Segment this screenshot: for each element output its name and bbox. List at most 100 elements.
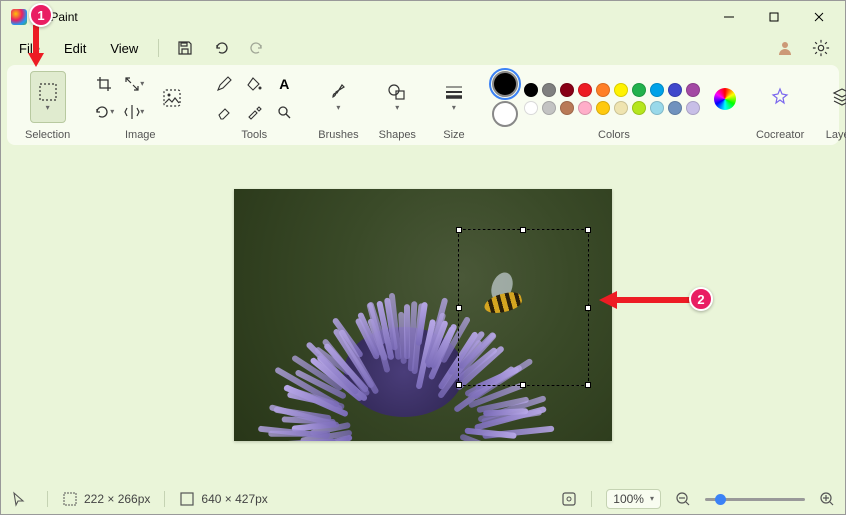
brushes-button[interactable]: ▾ (320, 71, 356, 123)
text-tool-button[interactable]: A (270, 71, 298, 97)
color-swatch[interactable] (542, 101, 556, 115)
ribbon-label-cocreator: Cocreator (756, 129, 804, 141)
fill-tool-button[interactable] (240, 71, 268, 97)
selection-tool-button[interactable]: ▾ (30, 71, 66, 123)
selection-size: 222 × 266px (62, 491, 150, 507)
ribbon-group-size: ▾ Size (428, 69, 480, 143)
menu-bar: File Edit View (1, 33, 845, 63)
color-swatch[interactable] (614, 83, 628, 97)
edit-colors-button[interactable] (714, 88, 736, 110)
ribbon-group-brushes: ▾ Brushes (310, 69, 366, 143)
menu-separator (158, 39, 159, 57)
selection-handle-nw[interactable] (456, 227, 462, 233)
canvas-area[interactable] (1, 149, 845, 484)
zoom-slider-thumb[interactable] (715, 494, 726, 505)
selection-size-value: 222 × 266px (84, 492, 150, 506)
ribbon-group-layers: Layers (816, 69, 846, 143)
maximize-button[interactable] (751, 1, 796, 33)
settings-button[interactable] (805, 34, 837, 62)
ribbon-label-size: Size (443, 129, 464, 141)
color-swatch[interactable] (650, 101, 664, 115)
ribbon-group-tools: A Tools (202, 69, 306, 143)
crop-button[interactable] (90, 71, 118, 97)
selection-handle-w[interactable] (456, 305, 462, 311)
annotation-badge-2: 2 (689, 287, 713, 311)
color-swatch[interactable] (686, 83, 700, 97)
annotation-arrow-2 (597, 289, 693, 311)
color-swatch[interactable] (632, 83, 646, 97)
size-button[interactable]: ▾ (436, 71, 472, 123)
pencil-tool-button[interactable] (210, 71, 238, 97)
menu-view[interactable]: View (100, 37, 148, 60)
zoom-in-button[interactable] (819, 491, 835, 507)
ribbon-label-selection: Selection (25, 129, 70, 141)
selection-handle-ne[interactable] (585, 227, 591, 233)
flip-button[interactable]: ▾ (120, 99, 148, 125)
zoom-slider[interactable] (705, 498, 805, 501)
color-palette (524, 83, 700, 115)
color-picker-tool-button[interactable] (240, 99, 268, 125)
color-swatch[interactable] (524, 101, 538, 115)
ribbon-group-colors: Colors (484, 69, 744, 143)
annotation-badge-1: 1 (29, 3, 53, 27)
ribbon-label-brushes: Brushes (318, 129, 358, 141)
color-swatch[interactable] (578, 101, 592, 115)
layers-button[interactable] (824, 71, 846, 123)
selection-rectangle[interactable] (458, 229, 589, 386)
canvas-size: 640 × 427px (179, 491, 267, 507)
chevron-down-icon: ▾ (650, 495, 654, 503)
zoom-out-button[interactable] (675, 491, 691, 507)
selection-handle-n[interactable] (520, 227, 526, 233)
title-app: Paint (50, 10, 77, 24)
close-button[interactable] (796, 1, 841, 33)
selection-handle-sw[interactable] (456, 382, 462, 388)
color-swatch[interactable] (650, 83, 664, 97)
color-swatch[interactable] (668, 83, 682, 97)
magnifier-tool-button[interactable] (270, 99, 298, 125)
rotate-button[interactable]: ▾ (90, 99, 118, 125)
account-button[interactable] (769, 34, 801, 62)
selection-handle-s[interactable] (520, 382, 526, 388)
color-swatch[interactable] (686, 101, 700, 115)
ribbon-group-image: ▾ ▾ ▾ Image (82, 69, 198, 143)
selection-handle-e[interactable] (585, 305, 591, 311)
color-swatch[interactable] (578, 83, 592, 97)
annotation-arrow-1 (25, 23, 47, 67)
color-swatch[interactable] (560, 101, 574, 115)
primary-color-swatch[interactable] (492, 71, 518, 97)
color-swatch[interactable] (596, 101, 610, 115)
secondary-color-swatch[interactable] (492, 101, 518, 127)
ribbon-label-tools: Tools (241, 129, 267, 141)
title-bar: g - Paint (1, 1, 845, 33)
color-swatch[interactable] (632, 101, 646, 115)
ribbon-group-shapes: ▾ Shapes (371, 69, 424, 143)
redo-button[interactable] (241, 34, 273, 62)
menu-edit[interactable]: Edit (54, 37, 96, 60)
save-button[interactable] (169, 34, 201, 62)
ribbon-label-colors: Colors (598, 129, 630, 141)
shapes-button[interactable]: ▾ (379, 71, 415, 123)
color-swatch[interactable] (560, 83, 574, 97)
resize-button[interactable]: ▾ (120, 71, 148, 97)
ribbon-label-layers: Layers (826, 129, 846, 141)
undo-button[interactable] (205, 34, 237, 62)
ribbon-group-selection: ▾ Selection (17, 69, 78, 143)
ribbon-label-image: Image (125, 129, 156, 141)
color-swatch[interactable] (596, 83, 610, 97)
canvas[interactable] (234, 189, 612, 441)
ribbon-label-shapes: Shapes (379, 129, 416, 141)
color-swatch[interactable] (614, 101, 628, 115)
color-swatch[interactable] (542, 83, 556, 97)
cocreator-button[interactable] (762, 71, 798, 123)
eraser-tool-button[interactable] (210, 99, 238, 125)
ribbon-group-cocreator: Cocreator (748, 69, 812, 143)
zoom-level-dropdown[interactable]: 100% ▾ (606, 489, 661, 509)
ribbon: ▾ Selection ▾ ▾ ▾ Image (7, 65, 839, 145)
image-tools-button[interactable] (154, 72, 190, 124)
fit-to-window-button[interactable] (561, 491, 577, 507)
color-swatch[interactable] (524, 83, 538, 97)
chevron-down-icon: ▾ (46, 104, 50, 112)
minimize-button[interactable] (706, 1, 751, 33)
color-swatch[interactable] (668, 101, 682, 115)
selection-handle-se[interactable] (585, 382, 591, 388)
